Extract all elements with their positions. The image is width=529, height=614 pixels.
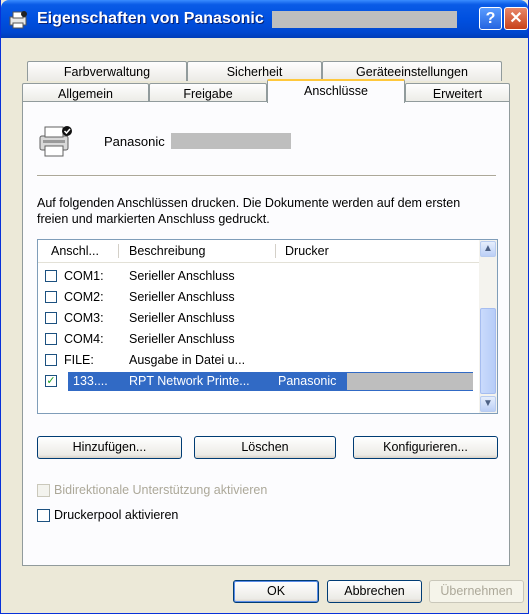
properties-dialog: Eigenschaften von Panasonic ? ✕ Farbverw… bbox=[0, 0, 529, 614]
port-checkbox-checked[interactable]: ✓ bbox=[45, 375, 57, 387]
port-list-scrollbar[interactable]: ▲ ▼ bbox=[479, 240, 497, 413]
column-header-printer[interactable]: Drucker bbox=[285, 240, 329, 262]
apply-button[interactable]: Übernehmen bbox=[429, 580, 524, 603]
tab-freigabe[interactable]: Freigabe bbox=[149, 83, 267, 102]
printer-properties-icon bbox=[9, 11, 27, 29]
window-title: Eigenschaften von Panasonic bbox=[37, 10, 264, 27]
tab-sicherheit[interactable]: Sicherheit bbox=[187, 61, 322, 81]
port-list-header: Anschl... Beschreibung Drucker bbox=[38, 240, 479, 263]
port-description: Ausgabe in Datei u... bbox=[129, 353, 246, 367]
port-row-file[interactable]: FILE: Ausgabe in Datei u... bbox=[38, 350, 479, 371]
help-button[interactable]: ? bbox=[479, 7, 502, 30]
port-checkbox[interactable] bbox=[45, 333, 57, 345]
cancel-button[interactable]: Abbrechen bbox=[327, 580, 422, 603]
port-description: RPT Network Printe... bbox=[129, 374, 250, 388]
port-name: COM1: bbox=[64, 269, 104, 283]
port-row-com1[interactable]: COM1: Serieller Anschluss bbox=[38, 266, 479, 287]
port-name: COM3: bbox=[64, 311, 104, 325]
port-name: COM4: bbox=[64, 332, 104, 346]
port-row-com3[interactable]: COM3: Serieller Anschluss bbox=[38, 308, 479, 329]
scroll-down-button[interactable]: ▼ bbox=[480, 396, 496, 412]
port-name: COM2: bbox=[64, 290, 104, 304]
delete-port-button[interactable]: Löschen bbox=[194, 436, 336, 459]
tab-farbverwaltung[interactable]: Farbverwaltung bbox=[27, 61, 187, 81]
column-divider[interactable] bbox=[118, 244, 119, 258]
port-description: Serieller Anschluss bbox=[129, 311, 235, 325]
port-name: FILE: bbox=[64, 353, 94, 367]
tab-allgemein[interactable]: Allgemein bbox=[22, 83, 149, 102]
column-header-port[interactable]: Anschl... bbox=[51, 240, 99, 262]
printer-icon bbox=[39, 126, 72, 157]
redacted-printer-model bbox=[347, 373, 473, 390]
tab-erweitert[interactable]: Erweitert bbox=[405, 83, 510, 102]
port-checkbox[interactable] bbox=[45, 291, 57, 303]
ok-button[interactable]: OK bbox=[233, 580, 319, 603]
port-row-network[interactable]: ✓ 133.... RPT Network Printe... Panasoni… bbox=[38, 371, 479, 392]
redacted-printer-model bbox=[171, 133, 291, 149]
tab-anschluesse[interactable]: Anschlüsse bbox=[267, 79, 405, 103]
separator bbox=[37, 175, 496, 177]
bidirectional-support-label: Bidirektionale Unterstützung aktivieren bbox=[54, 483, 268, 497]
port-description: Serieller Anschluss bbox=[129, 269, 235, 283]
port-checkbox[interactable] bbox=[45, 312, 57, 324]
port-checkbox[interactable] bbox=[45, 270, 57, 282]
port-name: 133.... bbox=[73, 374, 108, 388]
port-list[interactable]: Anschl... Beschreibung Drucker COM1: Ser… bbox=[37, 239, 498, 414]
port-description: Serieller Anschluss bbox=[129, 290, 235, 304]
port-row-com4[interactable]: COM4: Serieller Anschluss bbox=[38, 329, 479, 350]
column-header-description[interactable]: Beschreibung bbox=[129, 240, 205, 262]
port-row-com2[interactable]: COM2: Serieller Anschluss bbox=[38, 287, 479, 308]
column-divider[interactable] bbox=[275, 244, 276, 258]
port-description: Serieller Anschluss bbox=[129, 332, 235, 346]
add-port-button[interactable]: Hinzufügen... bbox=[37, 436, 182, 459]
tab-geraeteeinstellungen[interactable]: Geräteeinstellungen bbox=[322, 61, 502, 81]
configure-port-button[interactable]: Konfigurieren... bbox=[353, 436, 498, 459]
bidirectional-support-checkbox[interactable] bbox=[37, 484, 50, 497]
redacted-title-suffix bbox=[272, 11, 457, 28]
printer-name: Panasonic bbox=[104, 134, 165, 149]
close-button[interactable]: ✕ bbox=[504, 7, 528, 30]
scroll-thumb[interactable] bbox=[480, 308, 496, 394]
port-printer: Panasonic bbox=[278, 374, 337, 388]
printer-pool-label: Druckerpool aktivieren bbox=[54, 508, 179, 522]
port-description-text: Auf folgenden Anschlüssen drucken. Die D… bbox=[37, 196, 461, 226]
port-checkbox[interactable] bbox=[45, 354, 57, 366]
title-bar[interactable]: Eigenschaften von Panasonic ? ✕ bbox=[1, 0, 528, 38]
printer-pool-checkbox[interactable] bbox=[37, 509, 50, 522]
scroll-up-button[interactable]: ▲ bbox=[480, 241, 496, 257]
